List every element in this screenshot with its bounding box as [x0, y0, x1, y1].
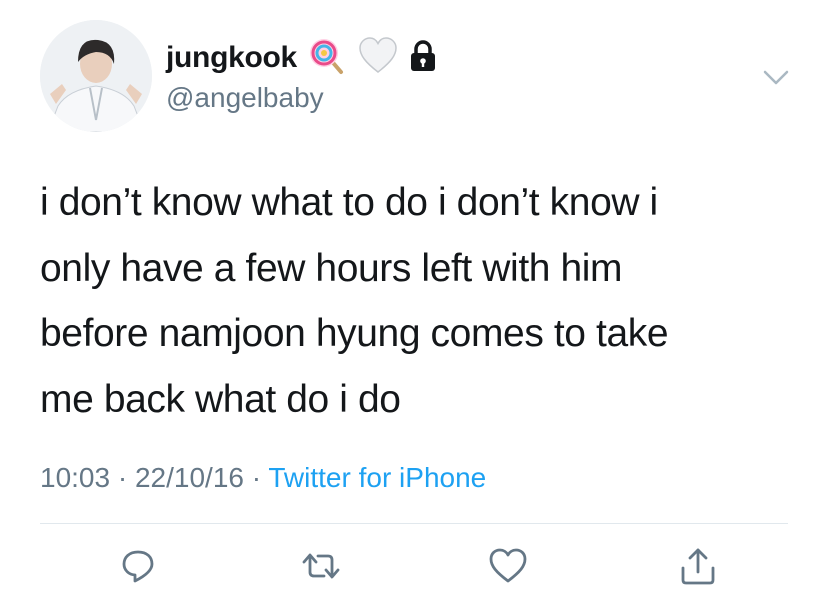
- share-button[interactable]: [676, 544, 720, 588]
- like-button[interactable]: [486, 544, 530, 588]
- meta-separator: ·: [117, 462, 128, 493]
- tweet-line: only have a few hours left with him: [40, 246, 623, 290]
- author-name-row: jungkook: [166, 36, 437, 81]
- chevron-down-icon[interactable]: [760, 66, 792, 90]
- tweet-line: i don’t know what to do i don’t know i: [40, 181, 658, 224]
- lock-icon: [409, 39, 437, 78]
- avatar-photo: [40, 20, 152, 132]
- retweet-button[interactable]: [299, 544, 343, 588]
- tweet-time[interactable]: 10:03: [40, 462, 110, 493]
- tweet-line: before namjoon hyung comes to take: [40, 312, 669, 356]
- avatar[interactable]: [40, 20, 152, 132]
- divider: [40, 523, 788, 524]
- retweet-icon: [302, 553, 340, 579]
- user-handle[interactable]: @angelbaby: [166, 82, 324, 114]
- tweet-meta: 10:03 · 22/10/16 · Twitter for iPhone: [40, 462, 486, 494]
- lollipop-icon: [307, 36, 347, 81]
- meta-separator: ·: [251, 462, 262, 493]
- tweet-source-link[interactable]: Twitter for iPhone: [268, 462, 486, 493]
- tweet-line: me back what do i do: [40, 377, 401, 421]
- reply-icon: [122, 550, 154, 583]
- white-heart-icon: [357, 36, 399, 81]
- reply-button[interactable]: [116, 544, 160, 588]
- share-icon: [681, 548, 715, 585]
- tweet-date[interactable]: 22/10/16: [135, 462, 244, 493]
- display-name[interactable]: jungkook: [166, 41, 297, 75]
- like-icon: [489, 548, 527, 583]
- tweet-text: i don’t know what to do i don’t know i o…: [40, 170, 800, 432]
